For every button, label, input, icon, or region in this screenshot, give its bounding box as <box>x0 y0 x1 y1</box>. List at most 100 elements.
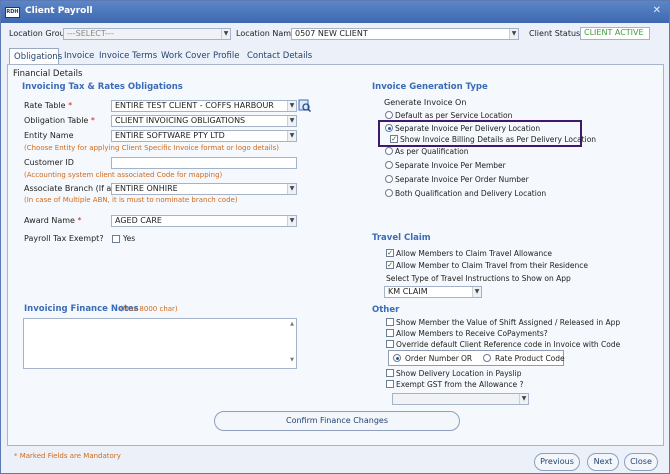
window-title: Client Payroll <box>25 6 93 16</box>
chevron-down-icon: ▼ <box>287 216 296 226</box>
option-separate-per-order: Separate Invoice Per Order Number <box>395 175 529 184</box>
chevron-down-icon: ▼ <box>472 287 481 297</box>
radio-qualification-and-delivery[interactable] <box>385 189 393 197</box>
travel-type-select[interactable]: KM CLAIM ▼ <box>384 286 482 298</box>
customer-id-input[interactable] <box>111 157 297 169</box>
next-button[interactable]: Next <box>587 453 619 471</box>
checkbox-travel-allowance[interactable]: ✓ <box>386 249 394 257</box>
search-rate-icon[interactable] <box>298 99 312 113</box>
checkbox-show-shift-value[interactable] <box>386 318 394 326</box>
tab-work-cover[interactable]: Work Cover <box>161 48 210 64</box>
option-copayments: Allow Members to Receive CoPayments? <box>396 329 548 338</box>
award-name-label: Award Name * <box>24 216 82 225</box>
location-name-label: Location Name <box>236 29 296 38</box>
option-override-reference: Override default Client Reference code i… <box>396 340 621 349</box>
radio-separate-per-delivery[interactable] <box>385 124 393 132</box>
finance-notes-textarea[interactable]: ▲ ▼ <box>23 318 297 369</box>
confirm-finance-changes-button[interactable]: Confirm Finance Changes <box>214 411 460 431</box>
location-group-select[interactable]: ---SELECT--- ▼ <box>63 28 231 40</box>
entity-note: (Choose Entity for applying Client Speci… <box>24 144 280 152</box>
option-exempt-gst: Exempt GST from the Allowance ? <box>396 380 524 389</box>
entity-name-select[interactable]: ENTIRE SOFTWARE PTY LTD ▼ <box>111 130 297 142</box>
option-show-billing-details: Show Invoice Billing Details as Per Deli… <box>400 135 597 144</box>
option-qualification: As per Qualification <box>395 147 469 156</box>
radio-order-number[interactable] <box>393 354 401 362</box>
radio-rate-product-code[interactable] <box>483 354 491 362</box>
scrollbar[interactable]: ▲ ▼ <box>289 321 295 366</box>
tab-profile[interactable]: Profile <box>213 48 239 64</box>
chevron-down-icon: ▼ <box>287 116 296 126</box>
option-travel-residence: Allow Member to Claim Travel from their … <box>396 261 588 270</box>
order-number-label: Order Number <box>405 354 459 363</box>
tab-obligations[interactable]: Obligations <box>9 48 62 64</box>
other-section-title: Other <box>372 305 400 315</box>
close-icon[interactable]: ✕ <box>653 5 661 16</box>
option-separate-per-member: Separate Invoice Per Member <box>395 161 506 170</box>
obligation-table-label: Obligation Table * <box>24 116 95 125</box>
option-delivery-location-payslip: Show Delivery Location in Payslip <box>396 369 522 378</box>
reference-code-group: Order Number OR Rate Product Code <box>388 350 565 366</box>
mandatory-note: * Marked Fields are Mandatory <box>14 452 121 460</box>
client-status-field: CLIENT ACTIVE <box>580 27 650 40</box>
required-star: * <box>77 216 82 225</box>
travel-type-value: KM CLAIM <box>388 287 428 296</box>
radio-default-service-location[interactable] <box>385 111 393 119</box>
chevron-down-icon: ▼ <box>519 394 528 404</box>
option-default-service-location: Default as per Service Location <box>395 111 513 120</box>
rate-table-select[interactable]: ENTIRE TEST CLIENT - COFFS HARBOUR ▼ <box>111 100 297 112</box>
award-name-text: Award Name <box>24 216 75 225</box>
chevron-down-icon: ▼ <box>287 184 296 194</box>
chevron-down-icon: ▼ <box>287 101 296 111</box>
obligation-table-select[interactable]: CLIENT INVOICING OBLIGATIONS ▼ <box>111 115 297 127</box>
location-group-label: Location Group <box>9 29 70 38</box>
radio-separate-per-order[interactable] <box>385 175 393 183</box>
location-group-value: ---SELECT--- <box>67 29 114 38</box>
client-payroll-window: RDH Client Payroll ✕ Location Group ---S… <box>0 0 670 474</box>
travel-claim-title: Travel Claim <box>372 233 431 243</box>
tab-invoice[interactable]: Invoice <box>64 48 94 64</box>
payroll-tax-label: Payroll Tax Exempt? <box>24 234 104 243</box>
checkbox-delivery-location-payslip[interactable] <box>386 369 394 377</box>
rate-table-text: Rate Table <box>24 101 66 110</box>
location-name-select[interactable]: 0507 NEW CLIENT ▼ <box>291 28 519 40</box>
or-text: OR <box>461 354 473 363</box>
associate-branch-label: Associate Branch (If any) <box>24 184 125 193</box>
checkbox-travel-residence[interactable]: ✓ <box>386 261 394 269</box>
required-star: * <box>90 116 95 125</box>
travel-type-label: Select Type of Travel Instructions to Sh… <box>386 274 571 283</box>
chevron-down-icon: ▼ <box>221 29 230 39</box>
rate-product-code-label: Rate Product Code <box>495 354 565 363</box>
entity-name-label: Entity Name <box>24 131 74 140</box>
payroll-tax-checkbox[interactable] <box>112 235 120 243</box>
option-separate-per-delivery: Separate Invoice Per Delivery Location <box>395 124 541 133</box>
award-name-select[interactable]: AGED CARE ▼ <box>111 215 297 227</box>
radio-separate-per-member[interactable] <box>385 161 393 169</box>
tab-contact-details[interactable]: Contact Details <box>247 48 312 64</box>
entity-name-value: ENTIRE SOFTWARE PTY LTD <box>115 131 225 140</box>
client-status-label: Client Status <box>529 29 581 38</box>
obligation-table-text: Obligation Table <box>24 116 89 125</box>
panel-title: Financial Details <box>13 69 83 79</box>
customer-id-label: Customer ID <box>24 158 74 167</box>
tab-invoice-terms[interactable]: Invoice Terms <box>99 48 157 64</box>
payroll-tax-yes-label: Yes <box>123 234 136 243</box>
invoice-generation-title: Invoice Generation Type <box>372 82 488 92</box>
checkbox-override-reference[interactable] <box>386 340 394 348</box>
allowance-select[interactable]: ▼ <box>392 393 529 405</box>
rate-table-value: ENTIRE TEST CLIENT - COFFS HARBOUR <box>115 101 274 110</box>
checkbox-copayments[interactable] <box>386 329 394 337</box>
previous-button[interactable]: Previous <box>534 453 580 471</box>
option-show-shift-value: Show Member the Value of Shift Assigned … <box>396 318 621 327</box>
title-bar: RDH Client Payroll ✕ <box>1 1 669 23</box>
radio-qualification[interactable] <box>385 147 393 155</box>
generate-invoice-on-label: Generate Invoice On <box>384 98 467 107</box>
checkbox-show-billing-details[interactable]: ✓ <box>390 135 398 143</box>
obligation-table-value: CLIENT INVOICING OBLIGATIONS <box>115 116 246 125</box>
checkbox-exempt-gst[interactable] <box>386 380 394 388</box>
associate-branch-select[interactable]: ENTIRE ONHIRE ▼ <box>111 183 297 195</box>
award-name-value: AGED CARE <box>115 216 162 225</box>
close-button[interactable]: Close <box>624 453 658 471</box>
associate-branch-note: (In case of Multiple ABN, it is must to … <box>24 196 238 204</box>
invoicing-tax-section-title: Invoicing Tax & Rates Obligations <box>22 82 183 92</box>
option-qualification-and-delivery: Both Qualification and Delivery Location <box>395 189 547 198</box>
